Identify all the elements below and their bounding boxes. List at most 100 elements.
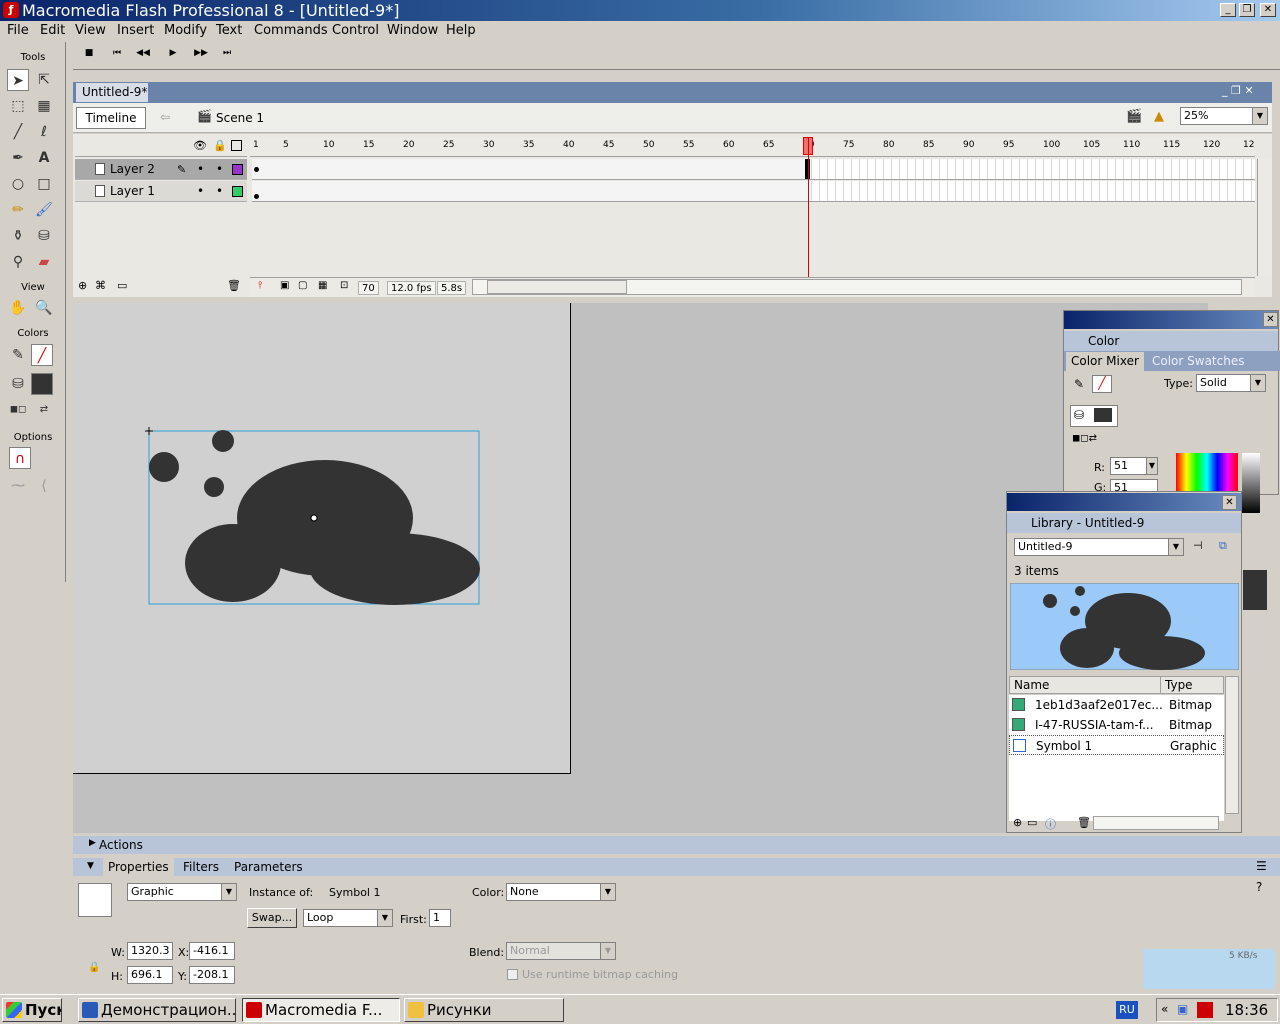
symbol-behavior-select[interactable]: Graphic ▼ xyxy=(127,883,237,901)
layer-row-layer-2[interactable]: Layer 2 ✎ • • xyxy=(75,159,247,180)
timeline-vscroll[interactable] xyxy=(1257,159,1272,276)
library-vscroll[interactable] xyxy=(1225,676,1239,814)
paint-bucket-tool-icon[interactable]: ⛁ xyxy=(33,225,55,247)
stage-artwork[interactable] xyxy=(73,303,573,774)
go-to-end-icon[interactable]: ⏭ xyxy=(219,48,235,58)
r-input[interactable]: 51 ▼ xyxy=(1110,457,1158,475)
new-symbol-icon[interactable]: ⊕ xyxy=(1013,816,1022,829)
library-item[interactable]: Symbol 1 Graphic xyxy=(1009,735,1224,755)
edit-scene-icon[interactable]: 🎬 xyxy=(1126,109,1142,124)
chevron-down-icon[interactable]: ▼ xyxy=(377,910,392,926)
new-library-icon[interactable]: ⧉ xyxy=(1219,539,1227,553)
scene-label[interactable]: Scene 1 xyxy=(216,111,264,125)
close-icon[interactable]: ✕ xyxy=(1222,495,1237,510)
zoom-select[interactable]: 25% ▼ xyxy=(1180,107,1268,125)
tab-color-swatches[interactable]: Color Swatches xyxy=(1152,354,1244,368)
library-item[interactable]: I-47-RUSSIA-tam-f... Bitmap xyxy=(1009,715,1224,735)
swap-button[interactable]: Swap... xyxy=(247,908,297,928)
lock-icon[interactable]: 🔒 xyxy=(213,139,227,152)
visibility-dot[interactable]: • xyxy=(197,181,204,202)
pencil-tool-icon[interactable]: ✏ xyxy=(7,199,29,221)
fill-swatch[interactable] xyxy=(31,373,53,395)
visibility-dot[interactable]: • xyxy=(197,159,204,180)
lock-dot[interactable]: • xyxy=(216,181,223,202)
layer-color-swatch[interactable] xyxy=(232,164,243,175)
fill-swatch[interactable] xyxy=(1094,408,1112,422)
collapse-arrow-icon[interactable]: ▼ xyxy=(87,861,94,871)
zoom-tool-icon[interactable]: 🔍 xyxy=(33,297,55,319)
keyframe[interactable] xyxy=(254,167,259,172)
layer-color-swatch[interactable] xyxy=(232,186,243,197)
fill-color-icon[interactable]: ⛁ xyxy=(7,373,29,395)
cache-checkbox[interactable] xyxy=(507,969,518,980)
menu-modify[interactable]: Modify xyxy=(164,22,207,40)
tab-parameters[interactable]: Parameters xyxy=(234,860,303,874)
lasso-tool-icon[interactable]: ℓ xyxy=(33,121,55,143)
properties-icon[interactable]: ⓘ xyxy=(1045,816,1056,832)
minimize-icon[interactable]: _ xyxy=(1220,3,1236,17)
close-icon[interactable]: ✕ xyxy=(1263,312,1278,327)
w-input[interactable]: 1320.3 xyxy=(127,942,173,960)
outline-icon[interactable] xyxy=(231,140,242,151)
chevron-down-icon[interactable]: ▼ xyxy=(600,943,615,959)
eyedropper-tool-icon[interactable]: ⚲ xyxy=(7,251,29,273)
library-item[interactable]: 1eb1d3aaf2e017ec... Bitmap xyxy=(1009,695,1224,715)
step-back-icon[interactable]: ◀◀ xyxy=(135,48,151,58)
menu-view[interactable]: View xyxy=(75,22,106,40)
loop-select[interactable]: Loop ▼ xyxy=(303,909,393,927)
chevron-down-icon[interactable]: ▼ xyxy=(600,884,615,900)
col-name[interactable]: Name xyxy=(1014,677,1049,693)
eraser-tool-icon[interactable]: ▰ xyxy=(33,251,55,273)
modify-markers-icon[interactable]: ⊡ xyxy=(340,280,348,291)
frames-layer-1[interactable] xyxy=(252,181,1255,202)
menu-window[interactable]: Window xyxy=(387,22,438,40)
hand-tool-icon[interactable]: ✋ xyxy=(7,297,29,319)
eye-icon[interactable]: 👁 xyxy=(193,139,207,152)
menu-text[interactable]: Text xyxy=(216,22,242,40)
start-button[interactable]: Пуск xyxy=(2,998,62,1022)
playhead[interactable] xyxy=(808,137,809,277)
menu-control[interactable]: Control xyxy=(332,22,379,40)
stroke-color-icon[interactable]: ✎ xyxy=(7,344,29,366)
language-indicator[interactable]: RU xyxy=(1116,1001,1138,1019)
ink-bottle-tool-icon[interactable]: ⚱ xyxy=(7,225,29,247)
menu-commands[interactable]: Commands xyxy=(254,22,328,40)
frame-rate[interactable]: 12.0 fps xyxy=(387,281,436,295)
chevron-down-icon[interactable]: ▼ xyxy=(1146,458,1157,474)
blend-select[interactable]: Normal ▼ xyxy=(506,942,616,960)
rewind-icon[interactable]: ⏮ xyxy=(109,48,125,58)
free-transform-tool-icon[interactable]: ⬚ xyxy=(7,95,29,117)
color-panel-header[interactable]: Color xyxy=(1064,331,1278,351)
chevron-down-icon[interactable]: ▼ xyxy=(1252,108,1267,124)
stroke-swatch-none[interactable]: ╱ xyxy=(31,344,53,366)
color-effect-select[interactable]: None ▼ xyxy=(506,883,616,901)
lock-dot[interactable]: • xyxy=(216,159,223,180)
new-folder-icon[interactable]: ▭ xyxy=(1027,816,1037,829)
back-arrow-icon[interactable]: ⇦ xyxy=(160,110,170,124)
type-select[interactable]: Solid ▼ xyxy=(1196,374,1266,392)
step-forward-icon[interactable]: ▶▶ xyxy=(193,48,209,58)
onion-skin-icon[interactable]: ▣ xyxy=(280,280,289,291)
snap-magnet-icon[interactable]: ∩ xyxy=(9,447,31,469)
scroll-thumb[interactable] xyxy=(487,280,627,294)
stroke-color-icon[interactable]: ✎ xyxy=(1074,377,1084,391)
library-titlebar[interactable] xyxy=(1007,493,1241,511)
panel-menu-icon[interactable]: ☰ xyxy=(1256,859,1267,873)
text-tool-icon[interactable]: A xyxy=(33,147,55,169)
trash-icon[interactable]: 🗑 xyxy=(1077,816,1091,829)
onion-outline-icon[interactable]: ▢ xyxy=(298,280,307,291)
stroke-swatch-none[interactable]: ╱ xyxy=(1092,375,1112,393)
brush-tool-icon[interactable]: 🖌 xyxy=(33,199,55,221)
doc-minimize-icon[interactable]: _ ❐ ✕ xyxy=(1222,84,1254,97)
x-input[interactable]: -416.1 xyxy=(189,942,235,960)
brightness-slider[interactable] xyxy=(1242,453,1260,513)
play-icon[interactable]: ▶ xyxy=(165,48,181,58)
menu-edit[interactable]: Edit xyxy=(40,22,65,40)
library-doc-select[interactable]: Untitled-9 ▼ xyxy=(1014,538,1184,556)
smooth-icon[interactable]: ⁓ xyxy=(7,475,29,497)
center-frame-icon[interactable]: ⫯ xyxy=(258,280,262,291)
tab-color-mixer[interactable]: Color Mixer xyxy=(1066,352,1144,371)
trash-icon[interactable]: 🗑 xyxy=(227,279,241,292)
lock-icon[interactable]: 🔒 xyxy=(88,962,100,973)
chevron-down-icon[interactable]: ▼ xyxy=(221,884,236,900)
